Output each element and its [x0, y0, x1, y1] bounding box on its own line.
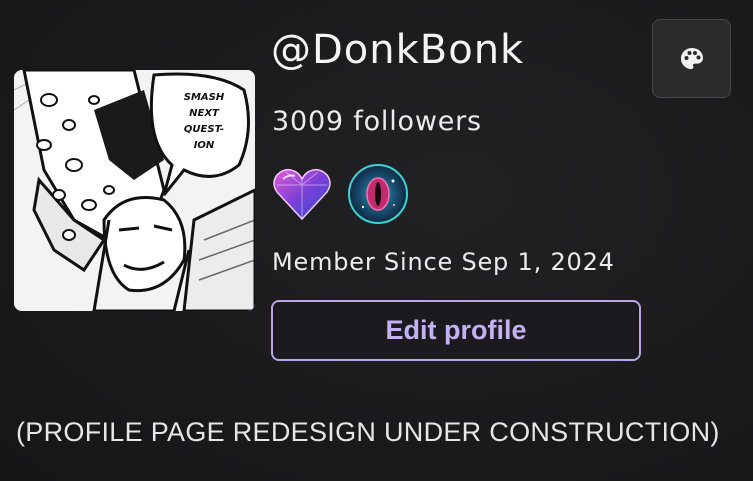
- theme-button[interactable]: [652, 19, 731, 98]
- profile-avatar: SMASH NEXT QUEST- ION: [14, 70, 255, 311]
- speech-line-1: SMASH: [184, 92, 225, 103]
- avatar-image: SMASH NEXT QUEST- ION: [14, 70, 255, 311]
- speech-line-2: NEXT: [189, 108, 220, 119]
- speech-line-4: ION: [194, 140, 215, 151]
- speech-line-3: QUEST-: [184, 124, 224, 135]
- follower-count[interactable]: 3009 followers: [272, 104, 482, 140]
- palette-icon: [680, 47, 703, 69]
- member-since: Member Since Sep 1, 2024: [272, 248, 615, 276]
- construction-notice: (PROFILE PAGE REDESIGN UNDER CONSTRUCTIO…: [16, 417, 720, 447]
- crystal-heart-icon[interactable]: [271, 163, 333, 225]
- cosmic-eye-icon[interactable]: [347, 163, 409, 225]
- badge-list: [271, 162, 409, 226]
- profile-username: @DonkBonk: [271, 27, 525, 73]
- edit-profile-label: Edit profile: [385, 315, 527, 345]
- edit-profile-button[interactable]: Edit profile: [271, 300, 641, 361]
